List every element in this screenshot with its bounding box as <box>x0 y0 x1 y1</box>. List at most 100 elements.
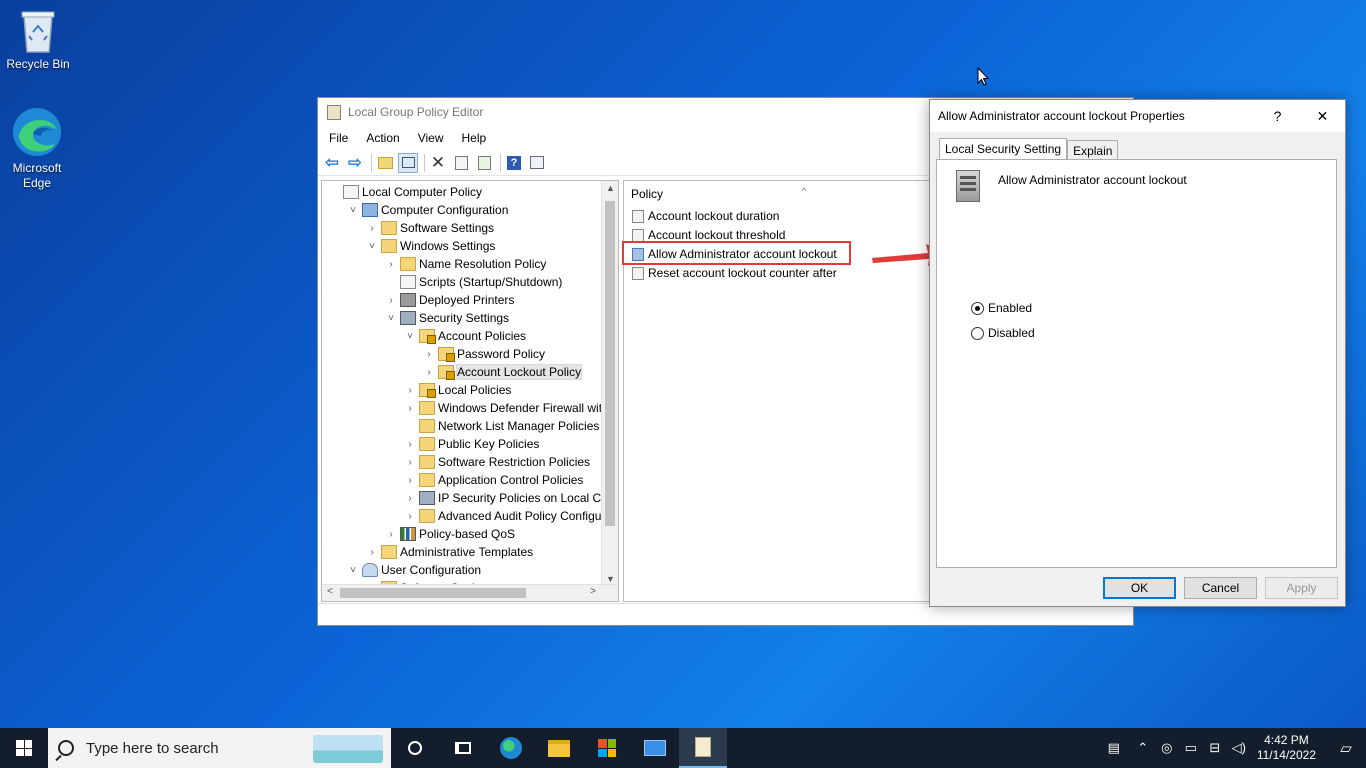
news-icon[interactable]: ▤ <box>1097 740 1131 756</box>
expand-chevron-icon[interactable]: › <box>404 511 416 522</box>
start-button[interactable] <box>0 728 48 768</box>
scroll-thumb[interactable] <box>605 201 615 526</box>
dialog-titlebar[interactable]: Allow Administrator account lockout Prop… <box>930 100 1345 132</box>
tree-item[interactable]: › Administrative Templates <box>366 543 533 561</box>
export-list-icon[interactable] <box>474 153 494 173</box>
tree-item[interactable]: › Windows Defender Firewall with A <box>404 399 618 417</box>
meet-now-icon[interactable]: ◎ <box>1155 740 1179 756</box>
radio-enabled[interactable]: Enabled <box>971 301 1032 315</box>
scroll-right-icon[interactable]: > <box>590 586 596 597</box>
mail-icon[interactable] <box>631 728 679 768</box>
expand-chevron-icon[interactable]: › <box>404 475 416 486</box>
collapse-chevron-icon[interactable]: ˅ <box>347 205 359 216</box>
menu-view[interactable]: View <box>409 131 453 145</box>
policy-label: Account lockout duration <box>648 209 780 223</box>
tree-item[interactable]: Network List Manager Policies <box>404 417 599 435</box>
tree-item[interactable]: › Advanced Audit Policy Configurat <box>404 507 615 525</box>
console-view-icon[interactable] <box>527 153 547 173</box>
tree-item[interactable]: › Local Policies <box>404 381 511 399</box>
collapse-chevron-icon[interactable]: ˅ <box>347 565 359 576</box>
tree-item[interactable]: › Policy-based QoS <box>385 525 515 543</box>
show-hide-tree-icon[interactable] <box>398 152 418 173</box>
edge-taskbar-icon[interactable] <box>487 728 535 768</box>
policy-item[interactable]: Reset account lockout counter after <box>632 264 837 282</box>
clock[interactable]: 4:42 PM 11/14/2022 <box>1251 733 1326 763</box>
expand-chevron-icon[interactable]: › <box>404 403 416 414</box>
tree-item[interactable]: › Name Resolution Policy <box>385 255 546 273</box>
tree-item[interactable]: › Software Restriction Policies <box>404 453 590 471</box>
radio-disabled[interactable]: Disabled <box>971 326 1035 340</box>
expand-chevron-icon[interactable]: › <box>423 349 435 360</box>
collapse-chevron-icon[interactable]: ˅ <box>366 241 378 252</box>
taskbar-search[interactable]: Type here to search <box>48 728 391 768</box>
notifications-icon[interactable]: ▱ <box>1326 739 1366 757</box>
help-button[interactable]: ? <box>1255 100 1300 132</box>
menu-help[interactable]: Help <box>453 131 496 145</box>
tree-item[interactable]: ˅ Computer Configuration <box>347 201 508 219</box>
tree-item-label: User Configuration <box>381 563 482 577</box>
folder-icon <box>419 419 435 433</box>
delete-icon[interactable]: ✕ <box>428 153 448 173</box>
tree-item-selected[interactable]: › Account Lockout Policy <box>423 363 583 381</box>
tree-item[interactable]: ˅ Windows Settings <box>366 237 495 255</box>
help-icon[interactable]: ? <box>504 153 524 173</box>
task-view-icon[interactable] <box>439 728 487 768</box>
collapse-chevron-icon[interactable]: ˅ <box>404 331 416 342</box>
tree-item[interactable]: › Public Key Policies <box>404 435 539 453</box>
expand-chevron-icon[interactable]: › <box>404 457 416 468</box>
back-arrow-icon[interactable]: ⇦ <box>322 153 342 173</box>
expand-chevron-icon[interactable]: › <box>404 439 416 450</box>
tree-item-label: Policy-based QoS <box>419 527 516 541</box>
group-policy-taskbar-icon[interactable] <box>679 728 727 768</box>
up-folder-icon[interactable] <box>375 153 395 173</box>
network-icon[interactable]: ⊟ <box>1203 740 1227 756</box>
tree-item[interactable]: › Software Settings <box>366 219 494 237</box>
cancel-button[interactable]: Cancel <box>1184 577 1257 599</box>
tree-item-label: Windows Settings <box>400 239 496 253</box>
scroll-down-icon[interactable]: ▼ <box>602 574 618 584</box>
console-tree[interactable]: Local Computer Policy ˅ Computer Configura… <box>321 180 619 602</box>
ok-button[interactable]: OK <box>1103 577 1176 599</box>
tab-local-security-setting[interactable]: Local Security Setting <box>939 138 1068 160</box>
tree-item[interactable]: › Deployed Printers <box>385 291 514 309</box>
tree-item[interactable]: ˅ User Configuration <box>347 561 481 579</box>
expand-chevron-icon[interactable]: › <box>404 385 416 396</box>
policy-column-header[interactable]: Policy ^ <box>631 186 806 201</box>
tree-item[interactable]: › Application Control Policies <box>404 471 583 489</box>
expand-chevron-icon[interactable]: › <box>385 529 397 540</box>
desktop-icon-recycle-bin[interactable]: Recycle Bin <box>0 8 76 72</box>
menu-file[interactable]: File <box>320 131 357 145</box>
volume-icon[interactable]: ◁) <box>1227 740 1251 756</box>
cortana-icon[interactable] <box>391 728 439 768</box>
policy-item[interactable]: Account lockout duration <box>632 207 779 225</box>
properties-icon[interactable] <box>451 153 471 173</box>
close-button[interactable]: ✕ <box>1300 100 1345 132</box>
expand-chevron-icon[interactable]: › <box>366 547 378 558</box>
tab-explain[interactable]: Explain <box>1067 140 1119 159</box>
expand-chevron-icon[interactable]: › <box>423 367 435 378</box>
tree-item[interactable]: › Password Policy <box>423 345 545 363</box>
menu-action[interactable]: Action <box>357 131 408 145</box>
apply-button[interactable]: Apply <box>1265 577 1338 599</box>
expand-chevron-icon[interactable]: › <box>366 223 378 234</box>
scroll-left-icon[interactable]: < <box>327 586 333 597</box>
battery-icon[interactable]: ▭ <box>1179 740 1203 756</box>
scroll-thumb[interactable] <box>340 588 526 598</box>
tree-item[interactable]: ˅ Account Policies <box>404 327 526 345</box>
scroll-up-icon[interactable]: ▲ <box>602 183 618 193</box>
microsoft-store-icon[interactable] <box>583 728 631 768</box>
tree-item[interactable]: Scripts (Startup/Shutdown) <box>385 273 562 291</box>
expand-chevron-icon[interactable]: › <box>404 493 416 504</box>
tree-item[interactable]: › IP Security Policies on Local Comp <box>404 489 618 507</box>
show-hidden-icons-chevron-icon[interactable]: ⌃ <box>1131 740 1155 756</box>
collapse-chevron-icon[interactable]: ˅ <box>385 313 397 324</box>
desktop-icon-edge[interactable]: Microsoft Edge <box>0 106 75 191</box>
file-explorer-icon[interactable] <box>535 728 583 768</box>
tree-item[interactable]: ˅ Security Settings <box>385 309 509 327</box>
tree-item[interactable]: Local Computer Policy <box>328 183 482 201</box>
expand-chevron-icon[interactable]: › <box>385 295 397 306</box>
tree-horizontal-scrollbar[interactable]: < > <box>322 584 618 601</box>
tree-vertical-scrollbar[interactable]: ▲ ▼ <box>601 181 618 586</box>
forward-arrow-icon[interactable]: ⇨ <box>345 153 365 173</box>
expand-chevron-icon[interactable]: › <box>385 259 397 270</box>
